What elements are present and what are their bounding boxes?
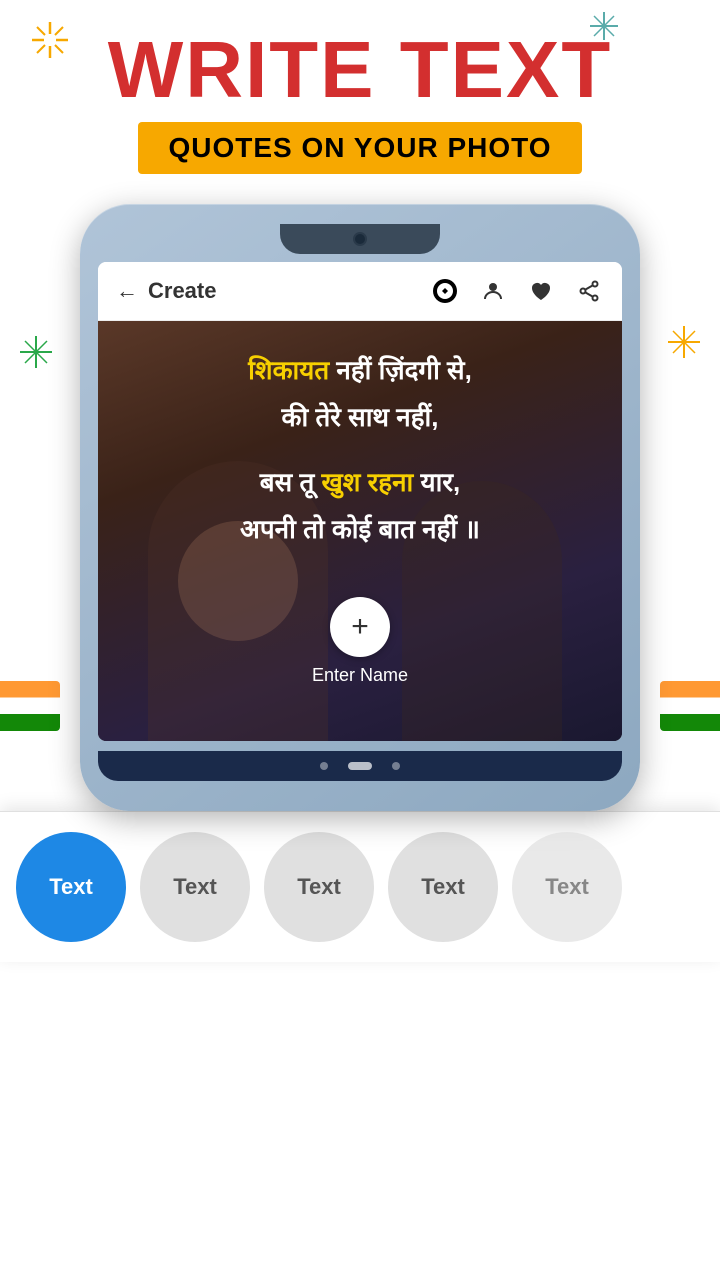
sparkle-left-mid-icon	[18, 334, 54, 375]
subtitle-text: QUOTES ON YOUR PHOTO	[168, 132, 551, 163]
quote-text-overlay: शिकायत नहीं ज़िंदगी से, की तेरे साथ नहीं…	[98, 321, 622, 577]
phone-notch	[280, 224, 440, 254]
phone-camera	[353, 232, 367, 246]
sparkle-right-mid-icon	[666, 324, 702, 365]
phone-bottom-nav	[98, 751, 622, 781]
flag-stripe-left	[0, 681, 60, 731]
text-option-2-label: Text	[173, 874, 217, 900]
text-options-row: Text Text Text Text Text	[0, 812, 720, 962]
quote-image-area: शिकायत नहीं ज़िंदगी से, की तेरे साथ नहीं…	[98, 321, 622, 741]
text-option-2[interactable]: Text	[140, 832, 250, 942]
enter-name-button[interactable]: +	[330, 597, 390, 657]
quote-gap	[118, 445, 602, 463]
user-icon[interactable]	[478, 276, 508, 306]
phone-screen: ← Create	[98, 262, 622, 741]
subtitle-banner: QUOTES ON YOUR PHOTO	[138, 122, 581, 174]
quote-line-3: बस तू खुश रहना यार,	[118, 463, 602, 502]
heart-icon[interactable]	[526, 276, 556, 306]
share-icon[interactable]	[574, 276, 604, 306]
enter-name-section: + Enter Name	[98, 577, 622, 716]
quote-line-4: अपनी तो कोई बात नहीं ॥	[118, 510, 602, 549]
text-option-5[interactable]: Text	[512, 832, 622, 942]
text-option-5-label: Text	[545, 874, 589, 900]
sparkle-top-right-icon	[588, 10, 620, 49]
quote-highlight-3: खुश रहना	[322, 467, 414, 497]
text-option-3[interactable]: Text	[264, 832, 374, 942]
app-bar-icons	[430, 276, 604, 306]
plus-icon: +	[351, 612, 369, 642]
text-option-1[interactable]: Text	[16, 832, 126, 942]
text-option-3-label: Text	[297, 874, 341, 900]
app-bar: ← Create	[98, 262, 622, 321]
flag-stripe-right	[660, 681, 720, 731]
quote-text-3a: बस तू	[260, 467, 322, 497]
bottom-panel: Text Text Text Text Text	[0, 811, 720, 962]
nav-dot-3	[392, 762, 400, 770]
quote-text-1: नहीं ज़िंदगी से,	[329, 355, 472, 385]
text-option-4-label: Text	[421, 874, 465, 900]
quote-line-2: की तेरे साथ नहीं,	[118, 398, 602, 437]
app-bar-title: Create	[148, 278, 430, 304]
header-area: WRITE TEXT QUOTES ON YOUR PHOTO	[0, 0, 720, 184]
quote-text-3b: यार,	[413, 467, 460, 497]
quote-line-1: शिकायत नहीं ज़िंदगी से,	[118, 351, 602, 390]
quote-highlight-1: शिकायत	[248, 355, 329, 385]
text-option-4[interactable]: Text	[388, 832, 498, 942]
phone-frame: ← Create	[80, 204, 640, 811]
edit-icon[interactable]	[430, 276, 460, 306]
back-arrow-icon[interactable]: ←	[116, 278, 138, 304]
sparkle-top-left-icon	[30, 20, 70, 68]
phone-notch-area	[98, 224, 622, 254]
enter-name-label: Enter Name	[312, 665, 408, 686]
text-option-1-label: Text	[49, 874, 93, 900]
nav-dot-1	[320, 762, 328, 770]
phone-wrapper: ← Create	[0, 204, 720, 811]
nav-dot-2	[348, 762, 372, 770]
